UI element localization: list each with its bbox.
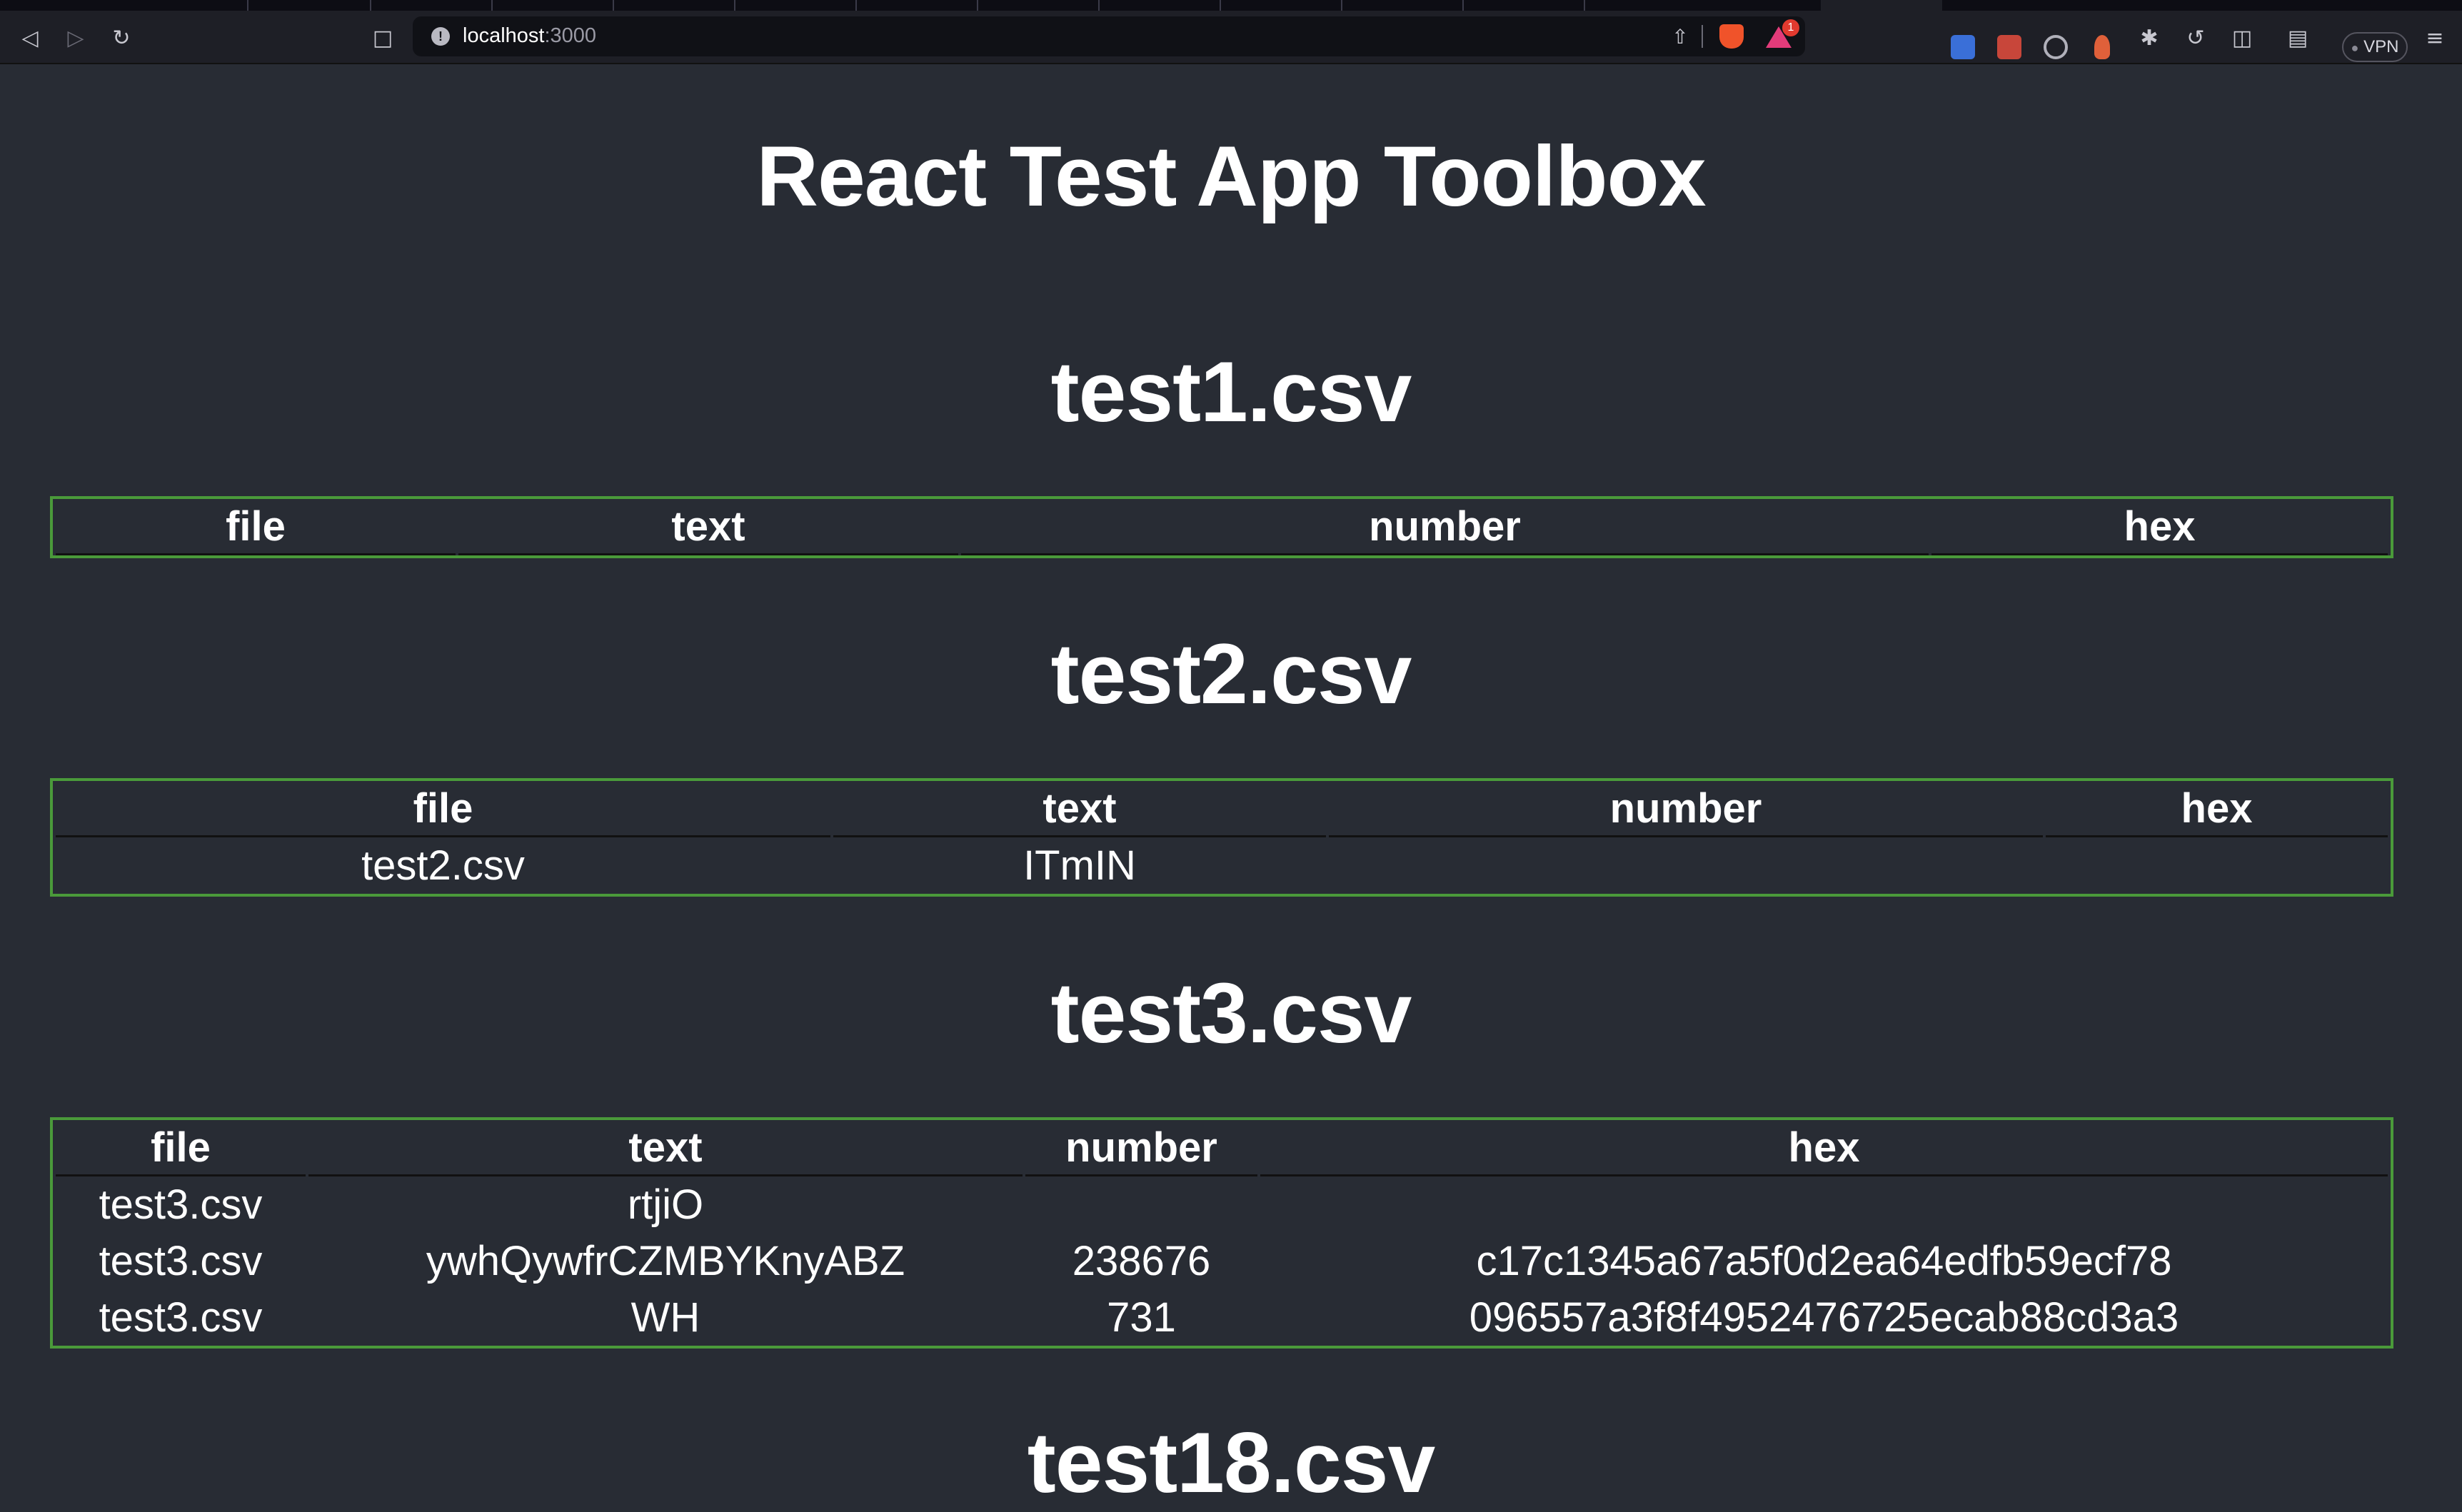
reload-icon[interactable]: ↻ <box>109 25 134 51</box>
bookmark-icon[interactable]: □ <box>370 25 396 51</box>
column-header-text: text <box>308 1120 1023 1176</box>
app-page: React Test App Toolbox test1.csv file te… <box>0 64 2462 1511</box>
column-header-number: number <box>961 499 1929 555</box>
tab-separator <box>613 0 614 11</box>
tab-separator <box>1220 0 1221 11</box>
tab-separator <box>1341 0 1342 11</box>
cell-file: test3.csv <box>99 1181 263 1228</box>
cell-hex: 096557a3f8f4952476725ecab88cd3a3 <box>1469 1294 2179 1341</box>
cell-file: test2.csv <box>361 842 525 889</box>
page-title: React Test App Toolbox <box>756 128 1706 224</box>
tab-separator <box>247 0 248 11</box>
tab-separator <box>1098 0 1100 11</box>
extensions-puzzle-icon[interactable]: ✱ <box>2136 25 2162 51</box>
table-row: test3.csv WH 731 096557a3f8f4952476725ec… <box>56 1289 2388 1346</box>
browser-toolbar: ◁ ▷ ↻ □ ! localhost:3000 ⇧ 1 ✱ ↺ ◫ ▤ ● V… <box>0 11 2462 64</box>
column-header-file: file <box>56 781 830 837</box>
cell-hex <box>2046 837 2388 894</box>
cell-text: WH <box>630 1294 700 1341</box>
forward-icon[interactable]: ▷ <box>63 25 89 51</box>
column-header-file: file <box>56 1120 306 1176</box>
column-header-number: number <box>1329 781 2043 837</box>
back-icon[interactable]: ◁ <box>17 25 43 51</box>
cell-number: 731 <box>1107 1294 1176 1341</box>
url-divider <box>1702 25 1703 48</box>
menu-icon[interactable]: ≡ <box>2422 25 2448 51</box>
active-tab[interactable] <box>1821 0 1942 11</box>
cell-hex: c17c1345a67a5f0d2ea64edfb59ecf78 <box>1476 1238 2172 1284</box>
vpn-label: VPN <box>2363 37 2399 56</box>
site-info-icon[interactable]: ! <box>431 27 450 46</box>
cell-text: rtjiO <box>627 1181 704 1228</box>
cell-number <box>1329 837 2043 894</box>
sync-icon[interactable]: ↺ <box>2183 25 2209 51</box>
cell-number: 238676 <box>1072 1238 1211 1284</box>
table-header-row: file text number hex <box>56 781 2388 837</box>
extension-person-icon[interactable] <box>2094 35 2110 59</box>
column-header-text: text <box>458 499 958 555</box>
table-header-row: file text number hex <box>56 1120 2388 1176</box>
column-header-number: number <box>1025 1120 1257 1176</box>
cell-number <box>1025 1176 1257 1233</box>
tab-separator <box>370 0 371 11</box>
file-title: test18.csv <box>1027 1415 1435 1511</box>
column-header-file: file <box>56 499 456 555</box>
share-icon[interactable]: ⇧ <box>1669 26 1691 48</box>
file-title: test2.csv <box>1050 626 1412 722</box>
url-text[interactable]: localhost:3000 <box>463 24 596 48</box>
url-port: :3000 <box>544 24 597 47</box>
tab-separator <box>491 0 493 11</box>
column-header-hex: hex <box>2046 781 2388 837</box>
column-header-hex: hex <box>1260 1120 2388 1176</box>
file-title: test3.csv <box>1050 965 1412 1061</box>
file-title: test1.csv <box>1050 344 1412 440</box>
tab-separator <box>1584 0 1585 11</box>
brave-shields-icon[interactable] <box>1719 24 1744 49</box>
tab-separator <box>855 0 857 11</box>
notification-badge: 1 <box>1782 19 1799 36</box>
cell-file: test3.csv <box>99 1294 263 1341</box>
column-header-text: text <box>833 781 1326 837</box>
tab-separator <box>734 0 735 11</box>
cell-text: ITmIN <box>1023 842 1136 889</box>
url-host: localhost <box>463 24 545 47</box>
tab-separator <box>977 0 978 11</box>
tab-separator <box>1462 0 1464 11</box>
cell-text: ywhQywfrCZMBYKnyABZ <box>426 1238 905 1284</box>
cell-hex <box>1260 1176 2388 1233</box>
vpn-status-dot: ● <box>2351 41 2359 55</box>
vpn-button[interactable]: ● VPN <box>2342 32 2408 62</box>
cell-file: test3.csv <box>99 1238 263 1284</box>
extension-red-icon[interactable] <box>1997 35 2021 59</box>
csv-table: file text number hex <box>50 496 2393 558</box>
table-header-row: file text number hex <box>56 499 2388 555</box>
table-row: test3.csv rtjiO <box>56 1176 2388 1233</box>
csv-table: file text number hex test3.csv rtjiO tes… <box>50 1117 2393 1349</box>
table-row: test3.csv ywhQywfrCZMBYKnyABZ 238676 c17… <box>56 1233 2388 1289</box>
wallet-icon[interactable]: ▤ <box>2285 25 2311 51</box>
extension-translate-icon[interactable] <box>1951 35 1975 59</box>
csv-table: file text number hex test2.csv ITmIN <box>50 778 2393 897</box>
column-header-hex: hex <box>1931 499 2388 555</box>
sidebar-icon[interactable]: ◫ <box>2229 25 2255 51</box>
tab-strip[interactable] <box>0 0 2462 11</box>
table-row: test2.csv ITmIN <box>56 837 2388 894</box>
extension-target-icon[interactable] <box>2044 35 2068 59</box>
address-bar[interactable]: ! localhost:3000 ⇧ 1 <box>413 16 1805 56</box>
